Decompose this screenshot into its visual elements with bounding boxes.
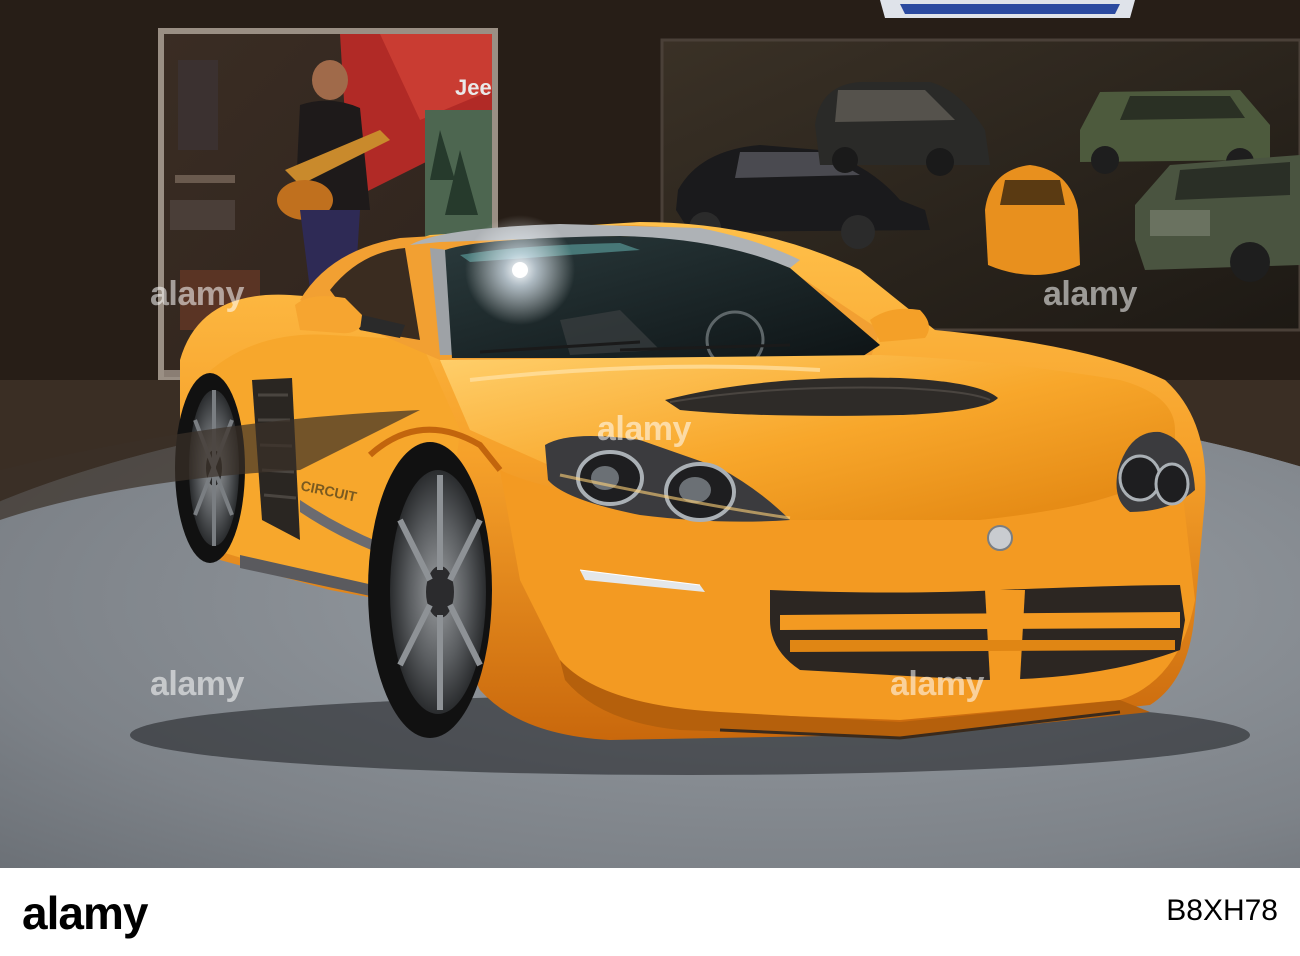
stock-footer-bar: alamy B8XH78 <box>0 868 1300 956</box>
photo-scene: Jee CIRCUIT alamy alamy alamy alamy alam… <box>0 0 1300 956</box>
photo-illustration: Jee CIRCUIT <box>0 0 1300 956</box>
stock-image-id: B8XH78 <box>1166 894 1278 927</box>
display-case-brand: Jee <box>455 75 492 100</box>
stock-logo: alamy <box>22 887 148 939</box>
